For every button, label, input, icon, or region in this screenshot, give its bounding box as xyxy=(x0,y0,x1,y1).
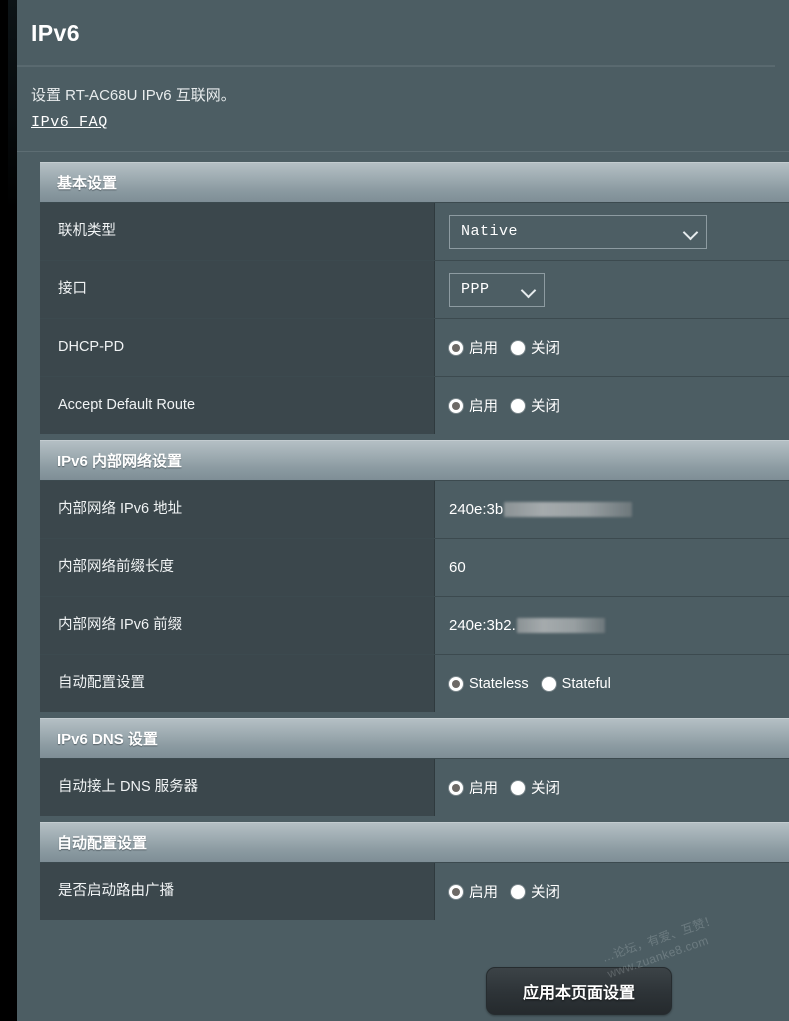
chevron-down-icon xyxy=(522,283,536,297)
dhcp-pd-enable-radio[interactable]: 启用 xyxy=(449,337,498,358)
value-interface: PPP xyxy=(435,261,789,318)
apply-button[interactable]: 应用本页面设置 xyxy=(486,967,672,1015)
page-footer: 应用本页面设置 xyxy=(17,951,789,1021)
accept-default-route-enable-radio[interactable]: 启用 xyxy=(449,395,498,416)
value-lan-prefix-length: 60 xyxy=(435,539,789,596)
radio-unselected-icon xyxy=(511,884,525,899)
accept-default-route-disable-label: 关闭 xyxy=(531,399,560,415)
accept-default-route-radio-group: 启用 关闭 xyxy=(449,395,560,416)
row-lan-prefix-length: 内部网络前缀长度 60 xyxy=(40,538,789,596)
redaction-bar xyxy=(504,502,633,517)
label-accept-default-route: Accept Default Route xyxy=(40,377,435,434)
section-auto-config: 自动配置设置 是否启动路由广播 启用 关闭 xyxy=(40,822,789,920)
section-header-dns: IPv6 DNS 设置 xyxy=(40,718,789,758)
row-auto-dns: 自动接上 DNS 服务器 启用 关闭 xyxy=(40,758,789,816)
section-dns-settings: IPv6 DNS 设置 自动接上 DNS 服务器 启用 关闭 xyxy=(40,718,789,816)
router-advertisement-enable-label: 启用 xyxy=(469,885,498,901)
lan-ipv6-address-value: 240e:3b xyxy=(449,501,504,518)
redaction-bar xyxy=(516,618,605,633)
value-router-advertisement: 启用 关闭 xyxy=(435,863,789,920)
row-connection-type: 联机类型 Native xyxy=(40,202,789,260)
label-autoconfig-mode: 自动配置设置 xyxy=(40,655,435,712)
value-auto-dns: 启用 关闭 xyxy=(435,759,789,816)
radio-selected-icon xyxy=(449,398,463,413)
radio-unselected-icon xyxy=(511,340,525,355)
section-basic-settings: 基本设置 联机类型 Native 接口 PPP DHCP-PD 启用 关闭 Ac… xyxy=(40,162,789,434)
lan-ipv6-address-redacted: 240e:3b xyxy=(449,501,633,518)
dhcp-pd-radio-group: 启用 关闭 xyxy=(449,337,560,358)
lan-ipv6-prefix-value: 240e:3b2. xyxy=(449,617,516,634)
accept-default-route-disable-radio[interactable]: 关闭 xyxy=(511,395,560,416)
page-description: 设置 RT-AC68U IPv6 互联网。 xyxy=(31,87,236,104)
autoconfig-stateless-radio[interactable]: Stateless xyxy=(449,676,529,692)
row-accept-default-route: Accept Default Route 启用 关闭 xyxy=(40,376,789,434)
radio-selected-icon xyxy=(449,676,463,691)
value-lan-ipv6-address: 240e:3b xyxy=(435,481,789,538)
lan-prefix-length-value: 60 xyxy=(449,559,466,576)
row-autoconfig-mode: 自动配置设置 Stateless Stateful xyxy=(40,654,789,712)
autoconfig-stateless-label: Stateless xyxy=(469,675,529,692)
label-auto-dns: 自动接上 DNS 服务器 xyxy=(40,759,435,816)
dhcp-pd-disable-label: 关闭 xyxy=(531,341,560,357)
page-title: IPv6 xyxy=(31,20,80,46)
radio-unselected-icon xyxy=(511,398,525,413)
label-lan-prefix-length: 内部网络前缀长度 xyxy=(40,539,435,596)
ipv6-faq-link[interactable]: IPv6 FAQ xyxy=(31,114,108,131)
auto-dns-radio-group: 启用 关闭 xyxy=(449,777,560,798)
section-header-basic: 基本设置 xyxy=(40,162,789,202)
ipv6-settings-page: IPv6 设置 RT-AC68U IPv6 互联网。 IPv6 FAQ 基本设置… xyxy=(17,0,789,1021)
auto-dns-disable-label: 关闭 xyxy=(531,781,560,797)
interface-value: PPP xyxy=(461,281,490,298)
connection-type-select[interactable]: Native xyxy=(449,214,707,249)
row-lan-ipv6-address: 内部网络 IPv6 地址 240e:3b xyxy=(40,480,789,538)
row-dhcp-pd: DHCP-PD 启用 关闭 xyxy=(40,318,789,376)
section-header-lan: IPv6 内部网络设置 xyxy=(40,440,789,480)
section-header-auto-config: 自动配置设置 xyxy=(40,822,789,862)
settings-form: 基本设置 联机类型 Native 接口 PPP DHCP-PD 启用 关闭 Ac… xyxy=(40,162,789,920)
radio-unselected-icon xyxy=(541,676,556,691)
autoconfig-stateful-label: Stateful xyxy=(561,675,611,692)
label-interface: 接口 xyxy=(40,261,435,318)
radio-selected-icon xyxy=(449,884,463,899)
router-advertisement-enable-radio[interactable]: 启用 xyxy=(449,881,498,902)
dhcp-pd-enable-label: 启用 xyxy=(469,341,498,357)
chevron-down-icon xyxy=(684,225,698,239)
radio-selected-icon xyxy=(449,780,463,795)
row-interface: 接口 PPP xyxy=(40,260,789,318)
section-lan-settings: IPv6 内部网络设置 内部网络 IPv6 地址 240e:3b 内部网络前缀长… xyxy=(40,440,789,712)
connection-type-value: Native xyxy=(461,223,519,240)
lan-ipv6-prefix-redacted: 240e:3b2. xyxy=(449,617,605,634)
value-dhcp-pd: 启用 关闭 xyxy=(435,319,789,376)
autoconfig-stateful-radio[interactable]: Stateful xyxy=(541,675,611,692)
auto-dns-enable-radio[interactable]: 启用 xyxy=(449,777,498,798)
interface-select[interactable]: PPP xyxy=(449,272,545,307)
auto-dns-enable-label: 启用 xyxy=(469,781,498,797)
radio-selected-icon xyxy=(449,340,463,355)
router-advertisement-radio-group: 启用 关闭 xyxy=(449,881,560,902)
row-router-advertisement: 是否启动路由广播 启用 关闭 xyxy=(40,862,789,920)
page-header: IPv6 xyxy=(17,0,789,48)
auto-dns-disable-radio[interactable]: 关闭 xyxy=(511,777,560,798)
header-bottom-divider xyxy=(17,151,789,152)
router-advertisement-disable-label: 关闭 xyxy=(531,885,560,901)
label-connection-type: 联机类型 xyxy=(40,203,435,260)
value-lan-ipv6-prefix: 240e:3b2. xyxy=(435,597,789,654)
label-lan-ipv6-prefix: 内部网络 IPv6 前缀 xyxy=(40,597,435,654)
left-gutter xyxy=(0,0,17,1021)
label-router-advertisement: 是否启动路由广播 xyxy=(40,863,435,920)
radio-unselected-icon xyxy=(511,780,525,795)
dhcp-pd-disable-radio[interactable]: 关闭 xyxy=(511,337,560,358)
autoconfig-mode-radio-group: Stateless Stateful xyxy=(449,676,611,692)
value-accept-default-route: 启用 关闭 xyxy=(435,377,789,434)
value-connection-type: Native xyxy=(435,203,789,260)
row-lan-ipv6-prefix: 内部网络 IPv6 前缀 240e:3b2. xyxy=(40,596,789,654)
label-lan-ipv6-address: 内部网络 IPv6 地址 xyxy=(40,481,435,538)
router-advertisement-disable-radio[interactable]: 关闭 xyxy=(511,881,560,902)
gutter-sheen xyxy=(8,0,17,210)
label-dhcp-pd: DHCP-PD xyxy=(40,319,435,376)
accept-default-route-enable-label: 启用 xyxy=(469,399,498,415)
value-autoconfig-mode: Stateless Stateful xyxy=(435,655,789,712)
